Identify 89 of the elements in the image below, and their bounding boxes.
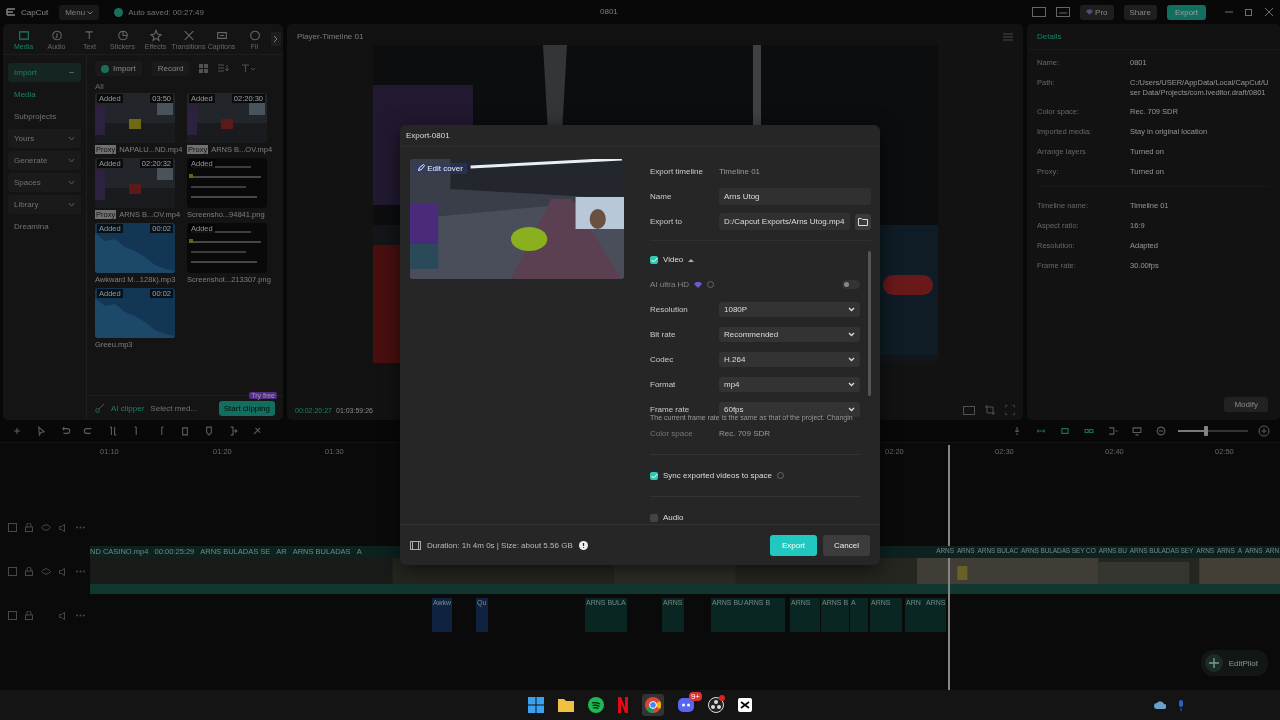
track-icon [8,611,17,620]
logo-icon [6,7,16,17]
sidebar-item[interactable]: Spaces [8,173,81,192]
obs-icon[interactable] [708,697,724,713]
eye-icon[interactable] [41,568,51,575]
n-logo-icon[interactable] [618,697,628,713]
field-label: Format [650,380,677,389]
more-icon[interactable] [76,526,85,529]
more-icon[interactable] [76,570,85,573]
ai-clipper-label: AI clipper [111,403,145,413]
share-button[interactable]: Share [1123,4,1157,20]
app-name: CapCut [21,7,49,17]
timeline-tool-icon[interactable] [1106,424,1120,438]
notification-dot [719,695,725,701]
gem-icon [1085,8,1093,15]
track-icon [8,567,17,576]
scissors-icon [95,403,105,413]
more-tabs-button[interactable] [271,32,281,46]
details-title: Details [1027,24,1280,50]
record-button[interactable]: Record [151,61,190,76]
lock-icon[interactable] [25,611,33,620]
sidebar-item[interactable]: Import [8,63,81,82]
export-button[interactable]: Export [1166,4,1206,20]
sidebar-item[interactable]: Generate [8,151,81,170]
star-icon [148,28,163,42]
chrome-icon[interactable] [645,697,661,713]
pro-button[interactable]: Pro [1079,4,1114,20]
sidebar-item[interactable]: Library [8,195,81,214]
image-icon [16,28,31,42]
microphone-icon[interactable] [1178,699,1184,711]
track-icon [8,523,17,532]
filter-label[interactable]: All [95,82,104,91]
plus-icon [1204,654,1223,672]
modify-button[interactable]: Modify [1224,397,1268,412]
cross-icon [181,28,196,42]
speaker-icon[interactable] [59,567,68,576]
dropdown[interactable]: mp4 [719,377,860,392]
sidebar-item[interactable]: Dreamina [8,217,81,236]
menu-icon[interactable] [1003,32,1013,41]
pie-icon [115,28,130,42]
field-label: Color space [650,429,694,438]
cancel-button[interactable]: Cancel [823,534,870,556]
lock-icon[interactable] [25,567,33,576]
discord-icon[interactable] [678,698,694,712]
lock-icon[interactable] [25,523,33,532]
timeline-tool-icon[interactable] [1154,424,1168,438]
fullscreen-icon[interactable] [1005,405,1015,415]
window-title: 0801 [600,7,618,16]
notification-badge: 9+ [688,692,702,701]
spotify-icon[interactable] [588,697,604,713]
export-summary: Duration: 1h 4m 0s | Size: about 5.56 GB [427,540,573,550]
film-icon [410,540,421,550]
color-space-value: Rec. 709 SDR [719,429,771,438]
sync-label: Sync exported videos to space [663,471,772,480]
zoom-in-icon[interactable] [1258,425,1270,437]
sidebar-item[interactable]: Yours [8,129,81,148]
layout-icon[interactable] [1031,7,1046,17]
start-clipping-button[interactable]: Start clipping [218,400,275,416]
music-icon [49,28,64,42]
field-label: Frame rate [650,405,691,414]
filter-icon[interactable] [242,64,257,73]
audio-checkbox[interactable] [650,513,658,522]
sidebar-item[interactable]: Subprojects [8,107,81,126]
capcut-icon[interactable] [738,698,752,712]
sidebar-item[interactable]: Media [8,85,81,104]
more-icon[interactable] [76,614,85,617]
info-icon[interactable] [578,540,588,550]
autosave-status: Auto saved: 00:27:49 [128,7,204,17]
section-title[interactable]: Audio [663,513,684,522]
cloud-icon[interactable] [1154,700,1166,710]
speaker-icon[interactable] [59,611,68,620]
restore-icon[interactable] [1244,7,1254,17]
grid-view-icon[interactable] [199,64,209,73]
start-icon[interactable] [528,697,544,713]
aspect-icon[interactable] [963,405,975,415]
dot-icon [101,64,109,73]
panel-icon[interactable] [1055,7,1070,17]
import-button[interactable]: Import [95,61,142,76]
sync-checkbox[interactable] [650,471,658,480]
editpilot-button[interactable]: EditPilot [1200,650,1268,676]
select-media-hint: Select med... [150,403,198,413]
timeline-tool-icon[interactable] [1130,424,1144,438]
speaker-icon[interactable] [59,523,68,532]
player-title: Player-Timeline 01 [297,32,364,41]
close-icon[interactable] [1264,7,1274,17]
folder-icon[interactable] [558,698,574,712]
menu-button[interactable]: Menu [59,4,100,20]
crop-icon[interactable] [985,405,995,415]
eye-icon[interactable] [41,524,51,531]
